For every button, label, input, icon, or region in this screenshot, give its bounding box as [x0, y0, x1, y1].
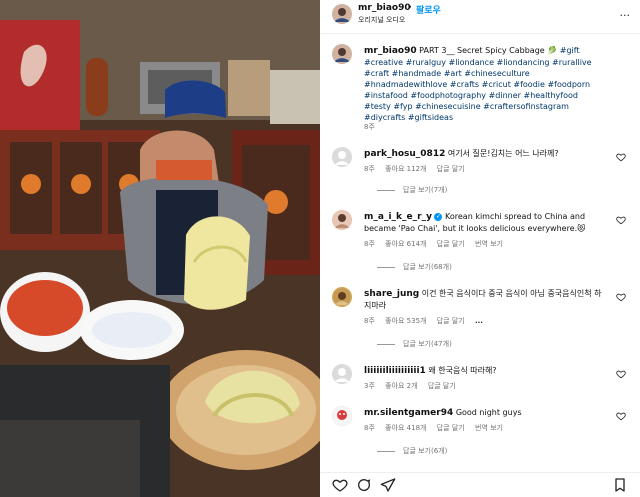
reply-button[interactable]: 답글 달기: [437, 317, 465, 325]
comment-like-count[interactable]: 좋아요 112개: [385, 165, 426, 173]
comment-text: mr.silentgamer94 Good night guys: [364, 407, 604, 419]
instagram-post-view: mr_biao90 • 팔로우 오리지널 오디오 ... mr_biao90 P…: [0, 0, 640, 497]
comments-panel: mr_biao90 • 팔로우 오리지널 오디오 ... mr_biao90 P…: [320, 0, 640, 497]
more-options-icon[interactable]: ...: [620, 6, 631, 19]
comment-username[interactable]: mr.silentgamer94: [364, 408, 453, 418]
header-divider: [320, 33, 640, 34]
comment-meta: 8주 좋아요 535개 답글 달기 ...: [364, 316, 491, 326]
replies-line: [377, 450, 395, 452]
comment-meta: 3주 좋아요 2개 답글 달기: [364, 381, 464, 391]
default-user-icon: [332, 364, 352, 384]
comment-meta: 8주 좋아요 418개 답글 달기 번역 보기: [364, 423, 511, 433]
view-replies-button[interactable]: 답글 보기(68개): [377, 262, 452, 272]
avatar-image: [332, 44, 352, 64]
heart-icon[interactable]: [616, 152, 626, 162]
comment-age: 8주: [364, 424, 375, 432]
comment-username[interactable]: liiiiiiliiiiiiiiii1: [364, 366, 426, 376]
caption-username[interactable]: mr_biao90: [364, 46, 417, 56]
comment-item: mr.silentgamer94 Good night guys 8주 좋아요 …: [332, 406, 632, 462]
reply-button[interactable]: 답글 달기: [437, 240, 465, 248]
comment-age: 8주: [364, 240, 375, 248]
comment-avatar[interactable]: [332, 406, 352, 426]
translate-button[interactable]: 번역 보기: [475, 424, 503, 432]
replies-line: [377, 189, 395, 191]
replies-line: [377, 266, 395, 268]
comment-item: m_a_i_k_e_r_y ✓ Korean kimchi spread to …: [332, 210, 632, 280]
comment-text: park_hosu_0812 여기서 질문!김치는 어느 나라께?: [364, 148, 604, 160]
comment-avatar[interactable]: [332, 287, 352, 307]
translate-button[interactable]: 번역 보기: [475, 240, 503, 248]
heart-icon[interactable]: [616, 411, 626, 421]
comment-avatar[interactable]: [332, 210, 352, 230]
comment-avatar[interactable]: [332, 364, 352, 384]
reply-button[interactable]: 답글 달기: [437, 165, 465, 173]
post-media[interactable]: [0, 0, 320, 497]
bookmark-icon[interactable]: [612, 477, 628, 493]
comment-item: liiiiiiliiiiiiiiii1 왜 한국음식 따라해? 3주 좋아요 2…: [332, 364, 632, 396]
replies-line: [377, 343, 395, 345]
heart-icon[interactable]: [332, 477, 348, 493]
comment-item: share_jung 이건 한국 음식이다 중국 음식이 아님 중국음식인척 하…: [332, 287, 632, 352]
comment-meta: 8주 좋아요 614개 답글 달기 번역 보기: [364, 239, 511, 249]
caption-title: PART 3__ Secret Spicy Cabbage 🥬: [419, 46, 558, 55]
caption-hashtags[interactable]: #gift #creative #ruralguy #liondance #li…: [364, 46, 592, 122]
comment-age: 8주: [364, 165, 375, 173]
comment-username[interactable]: park_hosu_0812: [364, 149, 445, 159]
avatar-image: [332, 406, 352, 426]
comment-like-count[interactable]: 좋아요 2개: [385, 382, 417, 390]
post-header: mr_biao90 • 팔로우 오리지널 오디오 ...: [320, 0, 640, 30]
comment-like-count[interactable]: 좋아요 614개: [385, 240, 426, 248]
heart-icon[interactable]: [616, 292, 626, 302]
caption-text: mr_biao90 PART 3__ Secret Spicy Cabbage …: [364, 45, 604, 123]
avatar-image: [333, 288, 351, 306]
comment-text: m_a_i_k_e_r_y ✓ Korean kimchi spread to …: [364, 211, 604, 234]
separator-dot: •: [407, 3, 413, 13]
heart-icon[interactable]: [616, 369, 626, 379]
view-replies-label: 답글 보기(7개): [403, 186, 448, 194]
comment-age: 3주: [364, 382, 375, 390]
comment-username[interactable]: share_jung: [364, 289, 419, 299]
heart-icon[interactable]: [616, 215, 626, 225]
comment-text: share_jung 이건 한국 음식이다 중국 음식이 아님 중국음식인척 하…: [364, 288, 604, 311]
follow-button[interactable]: 팔로우: [416, 3, 441, 16]
share-icon[interactable]: [380, 477, 396, 493]
comment-like-count[interactable]: 좋아요 418개: [385, 424, 426, 432]
comment-avatar[interactable]: [332, 147, 352, 167]
avatar-image: [332, 210, 352, 230]
audio-subtitle[interactable]: 오리지널 오디오: [358, 15, 405, 25]
comment-like-count[interactable]: 좋아요 535개: [385, 317, 426, 325]
view-replies-button[interactable]: 답글 보기(7개): [377, 185, 447, 195]
default-user-icon: [332, 147, 352, 167]
comment-age: 8주: [364, 317, 375, 325]
caption-avatar[interactable]: [332, 44, 352, 64]
view-replies-label: 답글 보기(6개): [403, 447, 448, 455]
comment-icon[interactable]: [356, 477, 372, 493]
comment-body: 여기서 질문!김치는 어느 나라께?: [447, 149, 559, 158]
comment-meta: 8주 좋아요 112개 답글 달기: [364, 164, 473, 174]
avatar-image: [332, 4, 352, 24]
comment-more-icon[interactable]: ...: [475, 317, 483, 325]
reply-button[interactable]: 답글 달기: [428, 382, 456, 390]
kimchi-scene-illustration: [0, 0, 320, 497]
post-actions-bar: [320, 472, 640, 497]
comment-body: Good night guys: [455, 408, 522, 417]
reply-button[interactable]: 답글 달기: [437, 424, 465, 432]
author-username[interactable]: mr_biao90: [358, 3, 411, 13]
caption-age: 8주: [364, 123, 375, 131]
comment-text: liiiiiiliiiiiiiiii1 왜 한국음식 따라해?: [364, 365, 604, 377]
author-avatar[interactable]: [332, 4, 352, 24]
view-replies-button[interactable]: 답글 보기(47개): [377, 339, 452, 349]
view-replies-label: 답글 보기(68개): [403, 263, 452, 271]
comment-username[interactable]: m_a_i_k_e_r_y: [364, 212, 432, 222]
comment-item: park_hosu_0812 여기서 질문!김치는 어느 나라께? 8주 좋아요…: [332, 147, 632, 201]
view-replies-button[interactable]: 답글 보기(6개): [377, 446, 447, 456]
post-caption: mr_biao90 PART 3__ Secret Spicy Cabbage …: [332, 44, 632, 132]
view-replies-label: 답글 보기(47개): [403, 340, 452, 348]
verified-badge-icon: ✓: [434, 212, 443, 221]
comment-body: 왜 한국음식 따라해?: [428, 366, 497, 375]
